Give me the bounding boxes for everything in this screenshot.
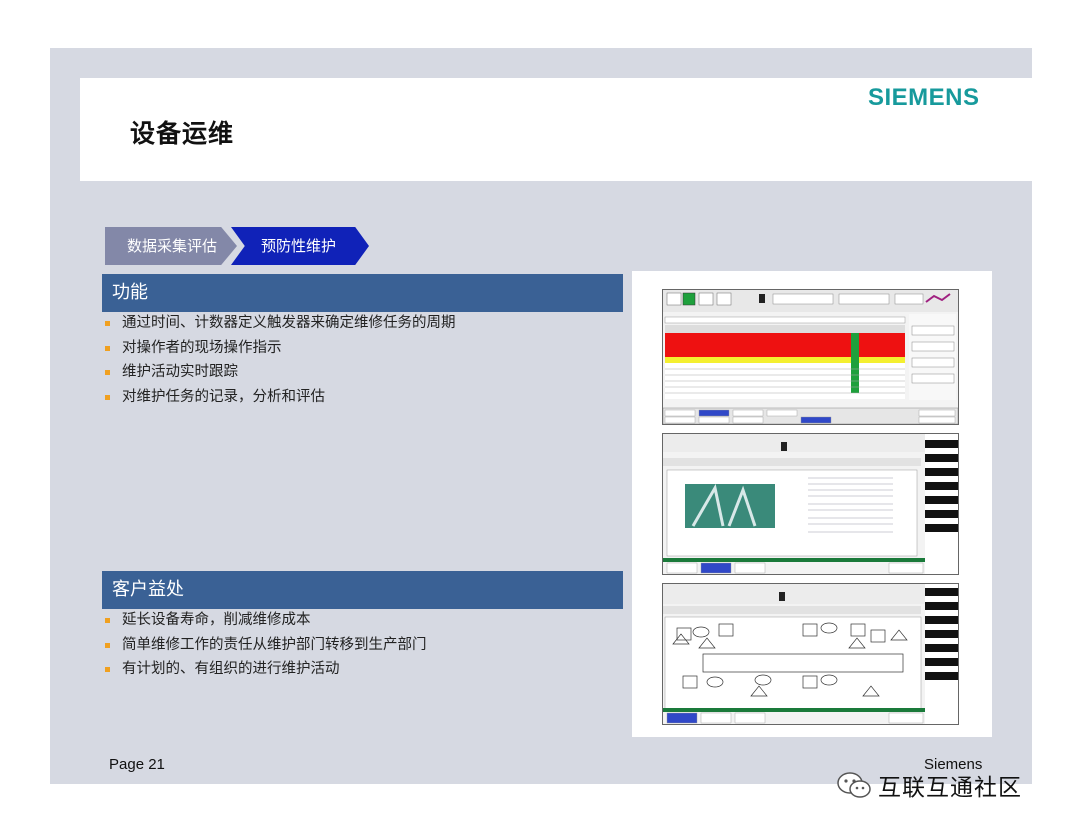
section-heading-benefit: 客户益处 xyxy=(102,571,623,609)
maintenance-software-screenshot xyxy=(632,271,992,737)
list-item: 维护活动实时跟踪 xyxy=(104,360,456,385)
page-number: Page 21 xyxy=(109,756,165,773)
benefit-list: 延长设备寿命，削减维修成本 简单维修工作的责任从维护部门转移到生产部门 有计划的… xyxy=(104,608,427,682)
task-list-panel xyxy=(662,289,959,425)
flow-diagram-panel xyxy=(662,583,959,725)
watermark-text: 互联互通社区 xyxy=(878,775,1022,801)
slide-header: 设备运维 SIEMENS xyxy=(80,78,1032,181)
list-item: 简单维修工作的责任从维护部门转移到生产部门 xyxy=(104,633,427,658)
function-list: 通过时间、计数器定义触发器来确定维修任务的周期 对操作者的现场操作指示 维护活动… xyxy=(104,311,456,409)
flow-diagram-graphic xyxy=(663,584,958,724)
document-panel xyxy=(662,433,959,575)
page-title: 设备运维 xyxy=(130,119,235,148)
list-item: 对操作者的现场操作指示 xyxy=(104,336,456,361)
breadcrumb-step-data-collection[interactable]: 数据采集评估 xyxy=(105,227,237,265)
list-item: 延长设备寿命，削减维修成本 xyxy=(104,608,427,633)
document-graphic xyxy=(663,434,958,574)
siemens-logo: SIEMENS xyxy=(868,84,980,111)
section-heading-function: 功能 xyxy=(102,274,623,312)
breadcrumb-step-preventive-maintenance[interactable]: 预防性维护 xyxy=(231,227,369,265)
task-list-graphic xyxy=(663,290,958,424)
watermark: 互联互通社区 xyxy=(836,770,1022,801)
wechat-icon xyxy=(837,772,871,798)
list-item: 通过时间、计数器定义触发器来确定维修任务的周期 xyxy=(104,311,456,336)
list-item: 有计划的、有组织的进行维护活动 xyxy=(104,657,427,682)
breadcrumb: 数据采集评估 预防性维护 xyxy=(105,227,370,265)
list-item: 对维护任务的记录，分析和评估 xyxy=(104,385,456,410)
